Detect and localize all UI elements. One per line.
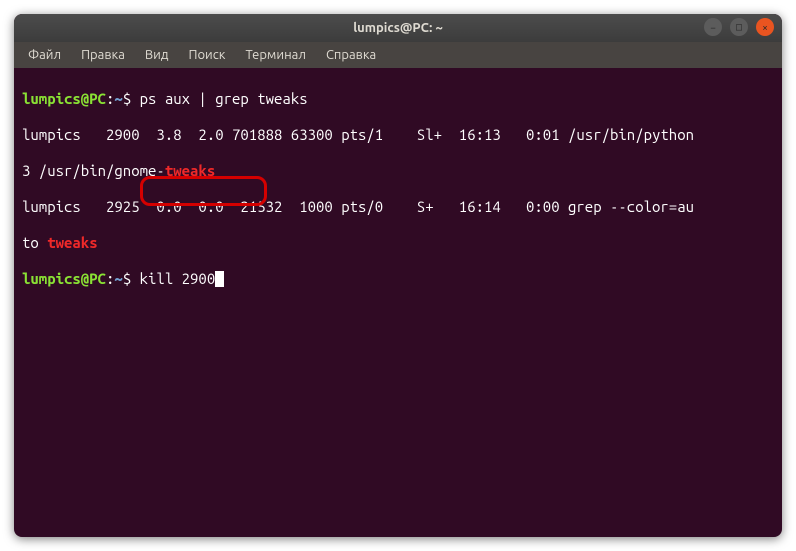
terminal-line-1: lumpics@PC:~$ ps aux | grep tweaks [22,90,774,108]
command-1: ps aux | grep tweaks [131,90,307,107]
terminal-output-4: to tweaks [22,234,774,252]
maximize-button[interactable]: □ [730,18,748,36]
titlebar[interactable]: lumpics@PC: ~ − □ × [14,14,782,42]
prompt-userhost: lumpics@PC [22,90,106,107]
close-button[interactable]: × [756,18,774,36]
menu-terminal[interactable]: Терминал [237,45,313,65]
prompt-userhost: lumpics@PC [22,270,106,287]
grep-match: tweaks [165,162,215,179]
terminal-output-2: 3 /usr/bin/gnome-tweaks [22,162,774,180]
terminal-body[interactable]: lumpics@PC:~$ ps aux | grep tweaks lumpi… [14,68,782,328]
terminal-line-current: lumpics@PC:~$ kill 2900 [22,270,774,288]
menu-edit[interactable]: Правка [73,45,133,65]
menu-view[interactable]: Вид [137,45,177,65]
menubar: Файл Правка Вид Поиск Терминал Справка [14,42,782,68]
prompt-path: ~ [114,90,122,107]
menu-help[interactable]: Справка [318,45,384,65]
minimize-button[interactable]: − [704,18,722,36]
terminal-output-3: lumpics 2925 0.0 0.0 21532 1000 pts/0 S+… [22,198,774,216]
command-2: kill 2900 [131,270,215,287]
window-title: lumpics@PC: ~ [353,21,443,35]
cursor [215,271,224,287]
grep-match: tweaks [47,234,97,251]
menu-file[interactable]: Файл [20,45,69,65]
prompt-path: ~ [114,270,122,287]
window-controls: − □ × [704,18,774,36]
terminal-output-1: lumpics 2900 3.8 2.0 701888 63300 pts/1 … [22,126,774,144]
menu-search[interactable]: Поиск [180,45,233,65]
terminal-window: lumpics@PC: ~ − □ × Файл Правка Вид Поис… [14,14,782,537]
